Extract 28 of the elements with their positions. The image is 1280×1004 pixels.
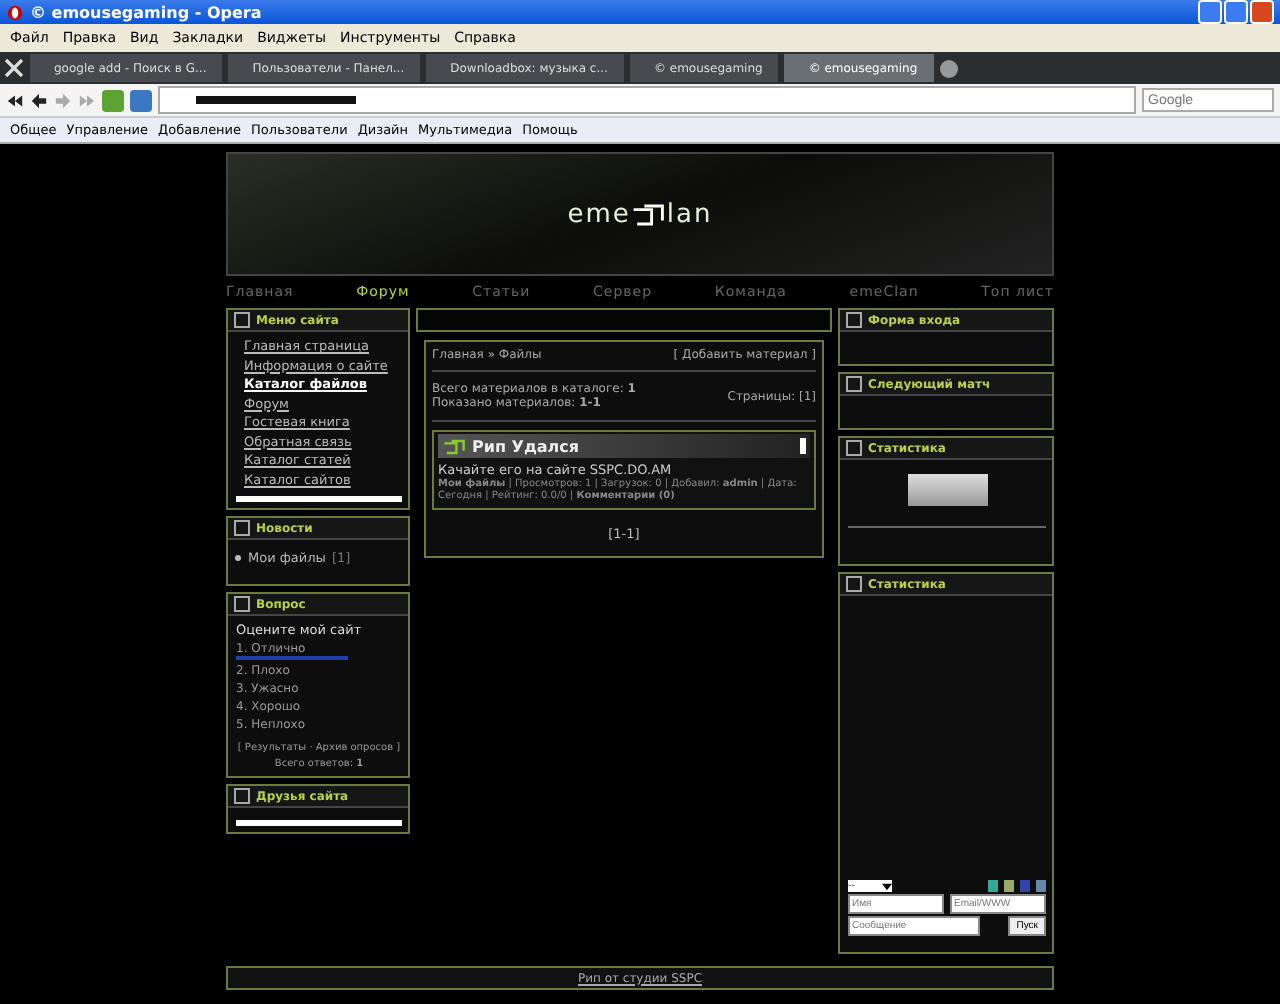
home-button[interactable] — [130, 89, 152, 111]
rewind-button[interactable] — [6, 91, 24, 109]
collapse-icon[interactable] — [234, 596, 250, 612]
entry-marker-icon — [800, 438, 806, 454]
visitor-counter-graphic — [907, 474, 987, 506]
tools-icon[interactable] — [4, 58, 24, 78]
bullet-icon — [234, 554, 242, 562]
collapse-icon[interactable] — [234, 788, 250, 804]
collapse-icon[interactable] — [846, 440, 862, 456]
close-button[interactable] — [1250, 0, 1274, 24]
maximize-button[interactable] — [1224, 0, 1248, 24]
collapse-icon[interactable] — [234, 520, 250, 536]
scroll-bar[interactable] — [236, 820, 402, 826]
entry-title[interactable]: Рип Удался — [472, 437, 794, 455]
collapse-icon[interactable] — [846, 312, 862, 328]
address-field[interactable] — [158, 86, 1136, 114]
reload-button[interactable] — [102, 89, 124, 111]
collapse-icon[interactable] — [846, 376, 862, 392]
new-tab-button[interactable] — [939, 59, 958, 77]
collapse-icon[interactable] — [846, 576, 862, 592]
minimize-button[interactable] — [1198, 0, 1222, 24]
window-title: © emousegaming - Opera — [30, 3, 264, 21]
browser-logo-icon — [6, 3, 24, 21]
site-logo: eme lan — [567, 199, 713, 229]
collapse-icon[interactable] — [234, 312, 250, 328]
back-button[interactable] — [30, 91, 48, 109]
scroll-bar[interactable] — [236, 496, 402, 502]
entry-logo-icon — [442, 437, 466, 455]
